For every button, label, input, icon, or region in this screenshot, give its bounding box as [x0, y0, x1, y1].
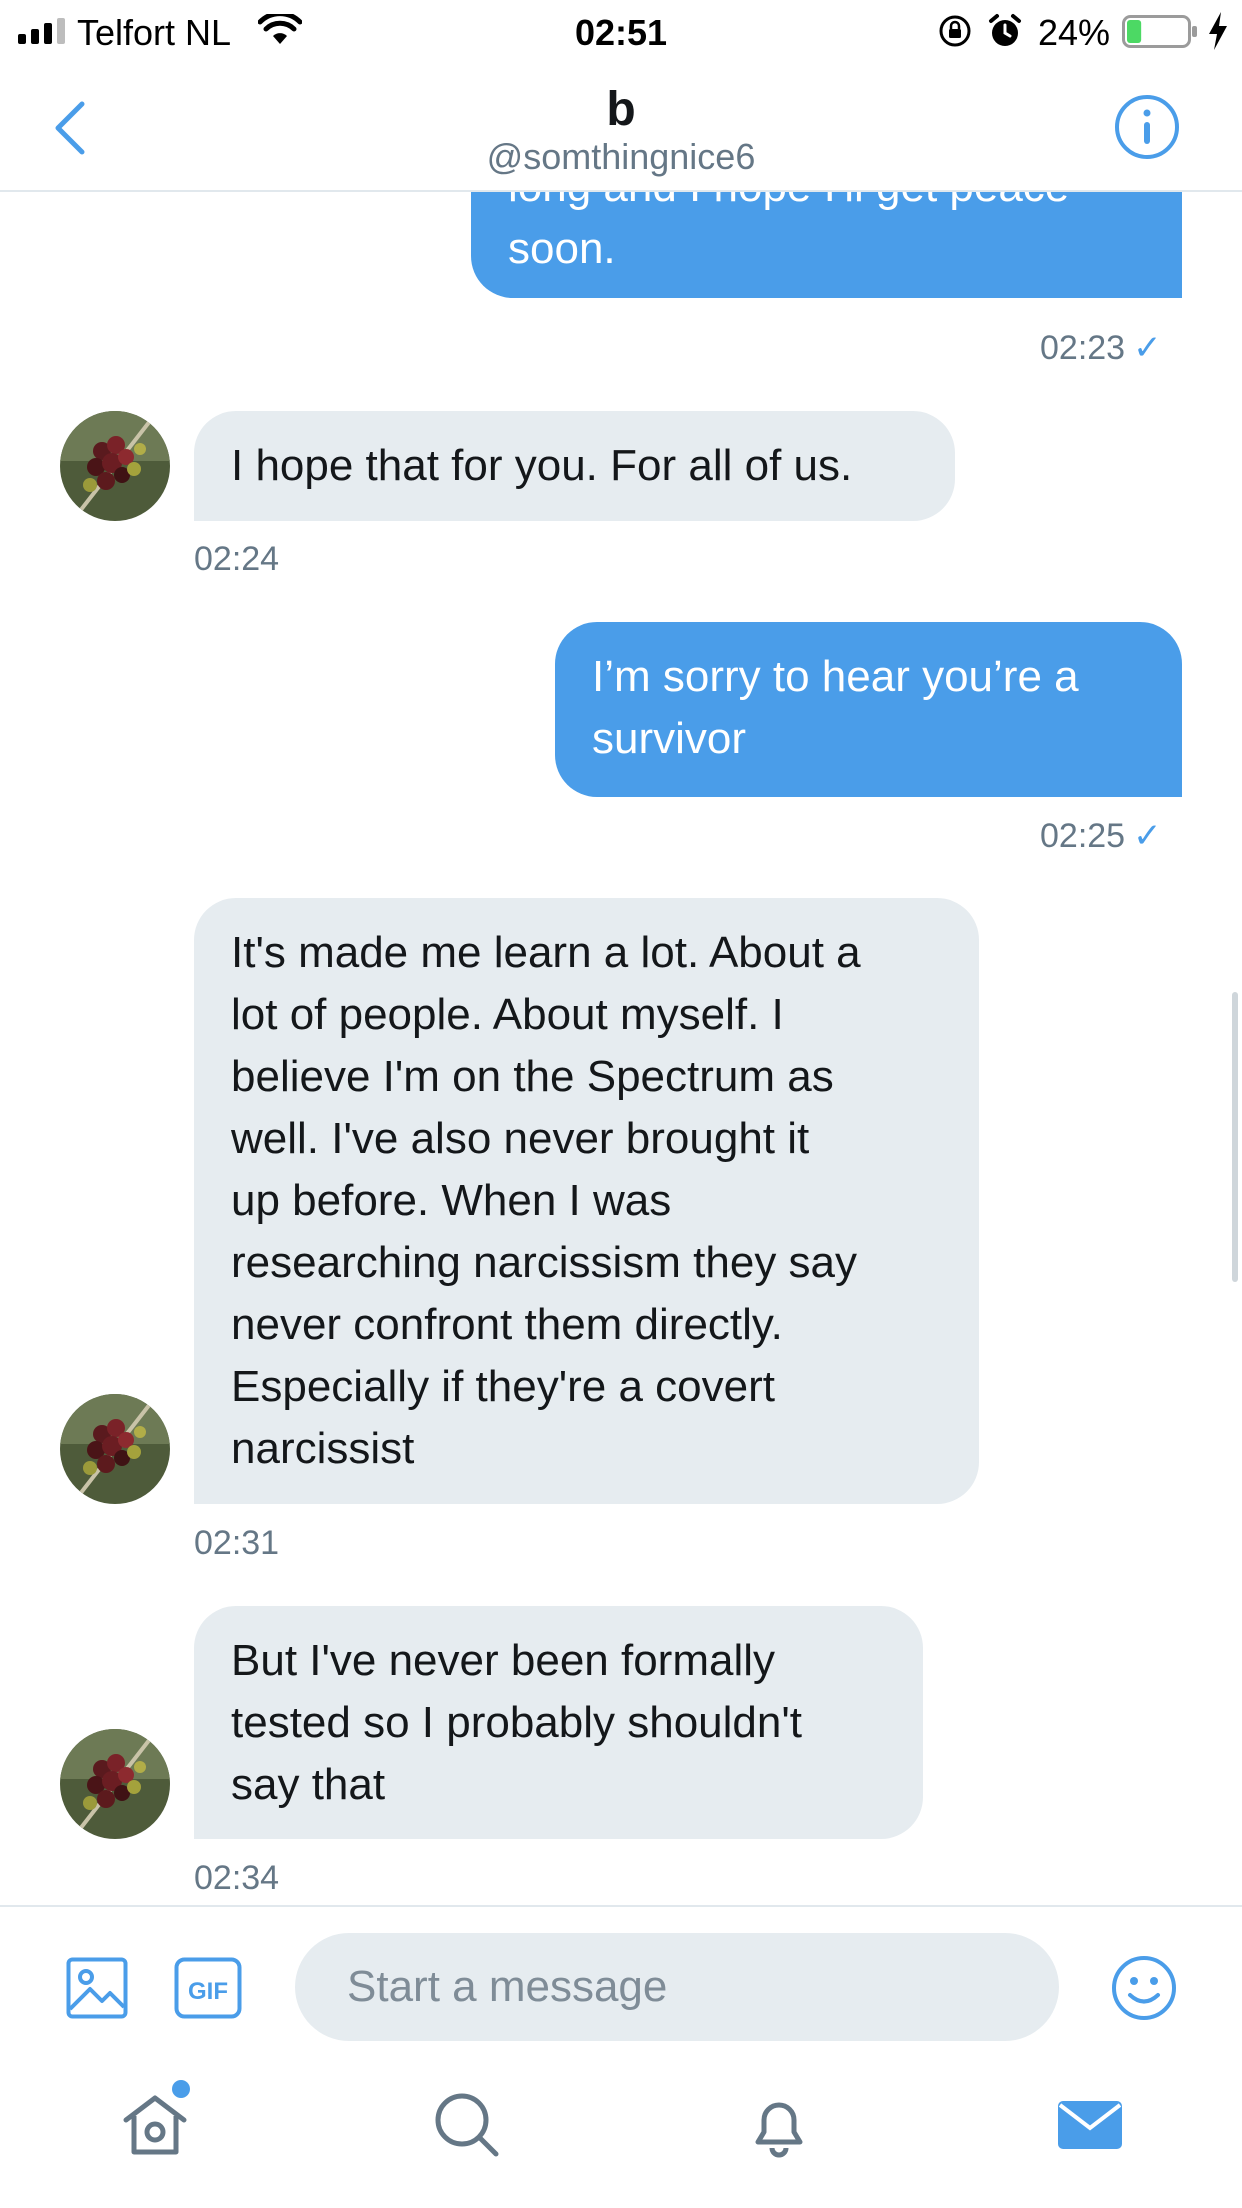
timestamp-text: 02:31 — [194, 1524, 280, 1562]
message-line: never confront them directly. — [231, 1300, 783, 1349]
message-line: I hope that for you. For all of us. — [231, 441, 853, 490]
home-icon[interactable] — [120, 2090, 190, 2160]
timestamp-text: 02:34 — [194, 1859, 280, 1897]
message-line: But I've never been formally — [231, 1636, 776, 1685]
battery-icon — [1122, 15, 1197, 48]
message-input[interactable] — [295, 1933, 1059, 2041]
message-line: I’m sorry to hear you’re a — [592, 652, 1079, 701]
timestamp-text: 02:23 — [1040, 329, 1126, 367]
conversation-header: b @somthingnice6 — [0, 64, 1242, 192]
message-line: tested so I probably shouldn't — [231, 1698, 802, 1747]
tab-bar — [0, 2060, 1242, 2208]
message-line: researching narcissism they say — [231, 1238, 858, 1287]
message-line: up before. When I was — [231, 1176, 672, 1225]
avatar-image — [60, 411, 170, 521]
avatar[interactable] — [60, 1394, 170, 1504]
avatar-image — [60, 1394, 170, 1504]
alarm-icon — [989, 14, 1021, 46]
emoji-icon[interactable] — [1110, 1954, 1178, 2022]
scrollbar[interactable] — [1232, 992, 1238, 1282]
message-line: narcissist — [231, 1424, 415, 1473]
avatar[interactable] — [60, 1729, 170, 1839]
message-composer: GIF — [0, 1905, 1242, 2060]
message-timestamp: 02:24 — [194, 540, 279, 579]
message-timestamp: 02:34 — [194, 1859, 279, 1898]
charging-bolt-icon — [1209, 12, 1227, 50]
message-line: survivor — [592, 714, 747, 763]
message-line: say that — [231, 1760, 386, 1809]
gif-icon[interactable]: GIF — [174, 1957, 242, 2019]
sent-message-bubble[interactable]: I’m sorry to hear you’re a survivor — [555, 622, 1182, 797]
message-line: Especially if they're a covert — [231, 1362, 775, 1411]
timestamp-text: 02:24 — [194, 540, 280, 578]
avatar[interactable] — [60, 411, 170, 521]
info-icon[interactable] — [1114, 94, 1180, 160]
message-line: soon. — [508, 224, 616, 273]
received-message-bubble[interactable]: I hope that for you. For all of us. — [194, 411, 955, 521]
status-bar: Telfort NL 02:51 24% — [0, 0, 1242, 64]
message-line: long and I hope I'll get peace — [508, 192, 1145, 218]
rotation-lock-icon — [939, 15, 971, 47]
message-timestamp: 02:25 ✓ — [1040, 816, 1162, 856]
search-icon[interactable] — [432, 2090, 502, 2160]
timestamp-text: 02:25 — [1040, 817, 1126, 855]
battery-percentage: 24% — [1038, 12, 1111, 53]
received-message-bubble[interactable]: But I've never been formally tested so I… — [194, 1606, 923, 1839]
image-icon[interactable] — [66, 1957, 128, 2019]
notification-dot — [172, 2080, 190, 2098]
conversation-name[interactable]: b — [0, 82, 1242, 137]
envelope-icon[interactable] — [1055, 2090, 1125, 2160]
message-line: believe I'm on the Spectrum as — [231, 1052, 834, 1101]
message-thread[interactable]: long and I hope I'll get peace soon. 02:… — [0, 192, 1242, 1905]
bell-icon[interactable] — [744, 2090, 814, 2160]
sent-message-bubble[interactable]: long and I hope I'll get peace soon. — [471, 192, 1182, 298]
avatar-image — [60, 1729, 170, 1839]
read-check-icon: ✓ — [1133, 329, 1162, 367]
message-line: well. I've also never brought it — [231, 1114, 810, 1163]
message-timestamp: 02:31 — [194, 1524, 279, 1563]
message-timestamp: 02:23 ✓ — [1040, 328, 1162, 368]
gif-label: GIF — [188, 1978, 228, 2005]
message-line: lot of people. About myself. I — [231, 990, 784, 1039]
received-message-bubble[interactable]: It's made me learn a lot. About a lot of… — [194, 898, 979, 1504]
read-check-icon: ✓ — [1133, 817, 1162, 855]
message-line: It's made me learn a lot. About a — [231, 928, 861, 977]
conversation-handle[interactable]: @somthingnice6 — [0, 136, 1242, 178]
